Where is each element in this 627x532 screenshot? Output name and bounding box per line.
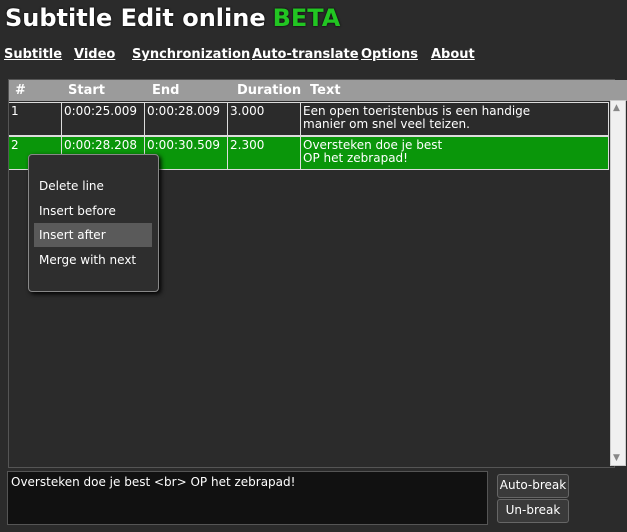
app-title: Subtitle Edit online BETA [5,4,340,32]
cell-text: Oversteken doe je best OP het zebrapad! [300,137,609,169]
app-title-text: Subtitle Edit online [5,4,266,32]
menu-item-delete-line[interactable]: Delete line [34,174,152,198]
context-menu: Delete line Insert before Insert after M… [28,154,159,292]
subtitle-text-editor[interactable]: Oversteken doe je best <br> OP het zebra… [7,471,488,525]
menu-options[interactable]: Options [361,47,418,62]
col-number[interactable]: # [15,83,26,98]
cell-text-line: manier om snel veel teizen. [303,117,470,131]
menu-about[interactable]: About [431,47,475,62]
col-end[interactable]: End [152,83,179,98]
beta-badge: BETA [272,4,341,32]
table-row[interactable]: 1 0:00:25.009 0:00:28.009 3.000 Een open… [9,102,609,136]
menu-synchronization[interactable]: Synchronization [132,47,250,62]
scroll-up-icon[interactable]: ▲ [613,103,620,113]
cell-text-line: OP het zebrapad! [303,151,408,165]
scroll-down-icon[interactable]: ▼ [613,453,620,463]
menu-item-merge-with-next[interactable]: Merge with next [34,248,152,272]
menu-video[interactable]: Video [74,47,115,62]
col-text[interactable]: Text [310,83,341,98]
col-start[interactable]: Start [68,83,105,98]
cell-duration: 3.000 [227,103,300,135]
menu-subtitle[interactable]: Subtitle [4,47,62,62]
cell-duration: 2.300 [227,137,300,169]
cell-text: Een open toeristenbus is een handige man… [300,103,609,135]
cell-start: 0:00:25.009 [61,103,144,135]
menu-auto-translate[interactable]: Auto-translate [252,47,359,62]
vertical-scrollbar[interactable]: ▲ ▼ [610,100,626,466]
un-break-button[interactable]: Un-break [497,499,569,523]
menu-item-insert-before[interactable]: Insert before [34,199,152,223]
cell-number: 1 [11,104,19,118]
menu-item-insert-after[interactable]: Insert after [34,223,152,247]
auto-break-button[interactable]: Auto-break [497,474,569,498]
grid-header: # Start End Duration Text [9,80,627,101]
col-duration[interactable]: Duration [237,83,301,98]
cell-end: 0:00:28.009 [144,103,227,135]
